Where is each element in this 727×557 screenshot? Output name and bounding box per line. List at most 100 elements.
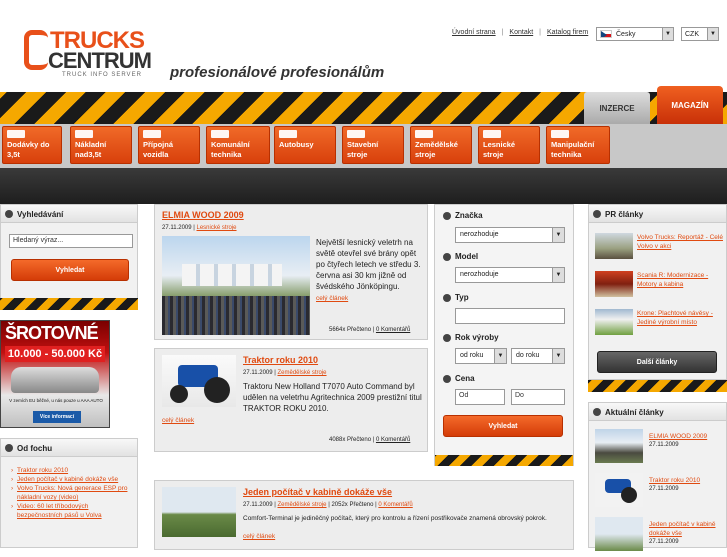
pr-item[interactable]: Krone: Plachtové návěsy - Jediné výrobní… <box>595 307 723 337</box>
dark-band <box>0 168 727 204</box>
search-panel: Vyhledávání Hledaný výraz... Vyhledat <box>0 204 138 300</box>
article-image[interactable] <box>162 355 236 407</box>
article-category-link[interactable]: Zemědělské stroje <box>278 502 327 508</box>
cena-from-input[interactable]: Od <box>455 389 505 405</box>
article-title[interactable]: ELMIA WOOD 2009 <box>162 210 244 220</box>
tractor-wheel <box>621 487 637 503</box>
rok-to-select[interactable]: do roku ▼ <box>511 348 565 364</box>
pr-item-text: Scania R: Modernizace - Motory a kabina <box>637 272 709 288</box>
tractor-icon <box>415 130 433 138</box>
srotovne-ad-banner[interactable]: ŠROTOVNÉ 10.000 - 50.000 Kč V zemích EU … <box>0 320 110 428</box>
rok-from-select[interactable]: od roku ▼ <box>455 348 507 364</box>
article-image[interactable] <box>162 487 236 537</box>
bullet-icon <box>443 294 451 302</box>
article-category-link[interactable]: Zemědělské stroje <box>278 370 327 376</box>
list-item[interactable]: Video: 60 let tříbodových bezpečnostních… <box>11 502 131 520</box>
article-card: ELMIA WOOD 2009 27.11.2009 | Lesnické st… <box>154 204 428 340</box>
read-more-link[interactable]: celý článek <box>316 295 348 302</box>
pr-item[interactable]: Volvo Trucks: Reportáž - Celé Volvo v ak… <box>595 231 723 261</box>
filter-cena-label: Cena <box>455 374 475 383</box>
nav-nakladni[interactable]: Nákladní nad3,5t <box>70 126 132 164</box>
logo-subtitle: TRUCK INFO SERVER <box>62 72 142 78</box>
excavator-icon <box>347 130 365 138</box>
comments-link[interactable]: 0 Komentářů <box>378 502 412 508</box>
search-button[interactable]: Vyhledat <box>11 259 129 281</box>
search-input[interactable]: Hledaný výraz... <box>9 234 133 248</box>
recent-thumb <box>595 473 643 507</box>
nav-stavebni[interactable]: Stavební stroje <box>342 126 404 164</box>
article-text: Comfort-Terminal je jediněčný počítač, k… <box>243 515 547 522</box>
truck-logo-icon[interactable] <box>24 30 48 70</box>
language-select[interactable]: Česky ▼ <box>596 27 674 41</box>
bullet-icon <box>443 334 451 342</box>
ad-headline: ŠROTOVNÉ <box>5 323 99 343</box>
chevron-down-icon: ▼ <box>552 228 564 242</box>
logo-text-centrum[interactable]: CENTRUM <box>48 48 152 74</box>
nav-zemedelske[interactable]: Zemědělské stroje <box>410 126 472 164</box>
link-contact[interactable]: Kontakt <box>509 29 533 36</box>
list-item[interactable]: Volvo Trucks: Nová generace ESP pro nákl… <box>11 484 131 502</box>
recent-title[interactable]: Traktor roku 2010 <box>649 476 725 485</box>
od-fochu-list: Traktor roku 2010 Jeden počítač v kabině… <box>11 466 131 520</box>
bullet-icon <box>443 212 451 220</box>
typ-input[interactable] <box>455 308 565 324</box>
truck-icon <box>75 130 93 138</box>
nav-lesnicke[interactable]: Lesnické stroje <box>478 126 540 164</box>
chevron-down-icon: ▼ <box>494 349 506 363</box>
nav-komunalni[interactable]: Komunální technika <box>206 126 270 164</box>
site-slogan: profesionálové profesionálům <box>170 64 385 81</box>
search-panel-title: Vyhledávání <box>1 205 137 223</box>
link-home[interactable]: Úvodní strana <box>452 29 496 36</box>
read-more-link[interactable]: celý článek <box>243 533 275 540</box>
trailer-icon <box>143 130 161 138</box>
nav-dodavky[interactable]: Dodávky do 3,5t <box>2 126 62 164</box>
nav-pripojna[interactable]: Přípojná vozidla <box>138 126 200 164</box>
ad-subtext: V zemích EU běžné, u nás pouze u AAA AUT… <box>9 398 103 403</box>
link-catalog[interactable]: Katalog firem <box>547 29 588 36</box>
pr-thumb <box>595 309 633 335</box>
forklift-icon <box>551 130 569 138</box>
category-nav: Dodávky do 3,5t Nákladní nad3,5t Přípojná v… <box>0 124 727 168</box>
pr-item[interactable]: Scania R: Modernizace - Motory a kabina <box>595 269 723 299</box>
tab-magazin[interactable]: MAGAZÍN <box>657 86 723 124</box>
more-articles-button[interactable]: Další články <box>597 351 717 373</box>
article-card: Traktor roku 2010 27.11.2009 | Zemědělsk… <box>154 348 428 452</box>
model-select[interactable]: nerozhoduje ▼ <box>455 267 565 283</box>
pr-panel: PR články Volvo Trucks: Reportáž - Celé … <box>588 204 727 380</box>
article-title[interactable]: Traktor roku 2010 <box>243 355 318 365</box>
recent-item[interactable]: ELMIA WOOD 2009 27.11.2009 <box>595 429 725 469</box>
article-meta: 27.11.2009 | Lesnické stroje <box>162 225 237 231</box>
recent-title[interactable]: ELMIA WOOD 2009 <box>649 432 725 441</box>
recent-thumb <box>595 429 643 463</box>
list-item[interactable]: Jeden počítač v kabině dokáže vše <box>11 475 131 484</box>
nav-manipulacni[interactable]: Manipulační technika <box>546 126 610 164</box>
ad-amount: 10.000 - 50.000 Kč <box>5 346 105 362</box>
hazard-divider <box>0 298 138 310</box>
hazard-divider <box>588 380 727 392</box>
list-item[interactable]: Traktor roku 2010 <box>11 466 131 475</box>
article-title[interactable]: Jeden počítač v kabině dokáže vše <box>243 487 392 497</box>
ad-info-button[interactable]: Více informací <box>33 411 81 423</box>
recent-item[interactable]: Jeden počítač v kabině dokáže vše 27.11.… <box>595 517 725 557</box>
recent-item[interactable]: Traktor roku 2010 27.11.2009 <box>595 473 725 513</box>
top-links: Úvodní strana | Kontakt | Katalog firem <box>452 29 589 36</box>
pr-item-text: Krone: Plachtové návěsy - Jediné výrobní… <box>637 310 713 326</box>
recent-thumb <box>595 517 643 551</box>
read-more-link[interactable]: celý článek <box>162 417 194 424</box>
pr-panel-title: PR články <box>589 205 726 223</box>
znacka-select[interactable]: nerozhoduje ▼ <box>455 227 565 243</box>
article-text: Největší lesnický veletrh na světě otevř… <box>316 238 421 291</box>
recent-title[interactable]: Jeden počítač v kabině dokáže vše <box>649 520 725 538</box>
article-meta: 27.11.2009 | Zemědělské stroje | 2052x P… <box>243 502 413 508</box>
article-image[interactable] <box>162 236 310 335</box>
car-image <box>11 367 99 393</box>
article-category-link[interactable]: Lesnické stroje <box>197 225 237 231</box>
comments-link[interactable]: 0 Komentářů <box>376 327 410 333</box>
comments-link[interactable]: 0 Komentářů <box>376 437 410 443</box>
pr-thumb <box>595 271 633 297</box>
nav-autobusy[interactable]: Autobusy <box>274 126 336 164</box>
cena-to-input[interactable]: Do <box>511 389 565 405</box>
filter-search-button[interactable]: Vyhledat <box>443 415 563 437</box>
currency-select[interactable]: CZK ▼ <box>681 27 719 41</box>
tab-inzerce[interactable]: INZERCE <box>584 92 650 124</box>
